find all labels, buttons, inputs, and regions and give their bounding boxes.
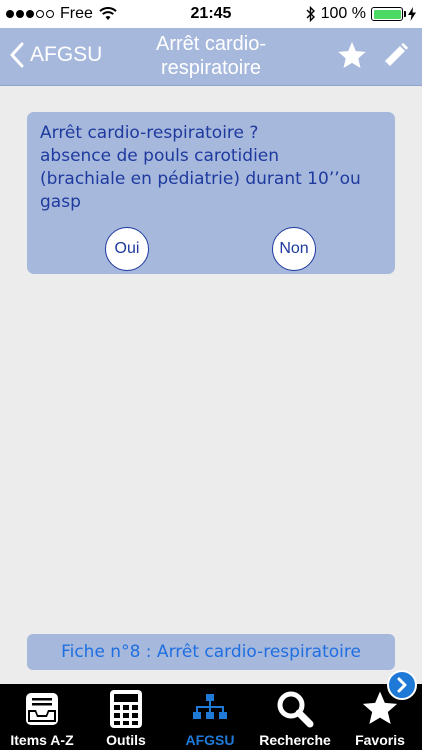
page-title-line2: respiratoire [160,57,262,79]
status-right: 100 % [306,5,416,23]
question-text: Arrêt cardio-respiratoire ? absence de p… [40,122,388,214]
question-line: absence de pouls carotidien [40,146,280,166]
bluetooth-icon [306,6,315,22]
back-button[interactable]: AFGSU [10,42,102,68]
inbox-tray-icon [23,689,61,729]
back-label: AFGSU [30,43,103,66]
star-icon[interactable] [336,40,368,72]
question-line: gasp [40,192,81,212]
pencil-edit-icon[interactable] [380,41,410,71]
battery-icon [371,7,406,21]
fiche-reference-link[interactable]: Fiche n°8 : Arrêt cardio-respiratoire [27,634,395,670]
tab-recherche[interactable]: Recherche [252,684,338,750]
navigation-bar: AFGSU Arrêt cardio- respiratoire [0,28,422,86]
battery-percent: 100 % [320,5,366,22]
tab-label: Recherche [259,732,331,748]
tab-items-a-z[interactable]: Items A-Z [0,684,84,750]
more-tabs-button[interactable] [387,670,417,700]
chevron-left-icon [10,42,24,68]
chevron-right-icon [397,677,407,693]
tab-label: AFGSU [185,732,235,748]
tab-label: Outils [106,732,146,748]
battery-level-fill [373,9,401,19]
yes-button[interactable]: Oui [105,227,149,271]
nav-actions [336,40,410,72]
tab-label: Items A-Z [10,732,74,748]
no-button[interactable]: Non [272,227,316,271]
tree-diagram-icon [191,689,229,729]
tab-afgsu[interactable]: AFGSU [168,684,252,750]
search-icon [276,689,314,729]
page-title: Arrêt cardio- respiratoire [120,32,302,80]
status-bar: Free 21:45 100 % [0,0,422,28]
tab-bar: Items A-Z Outils AFGSU Recherche Favoris [0,684,422,750]
tab-label: Favoris [355,732,405,748]
question-line: (brachiale en pédiatrie) durant 10’’ou [40,169,361,189]
question-line: Arrêt cardio-respiratoire ? [40,123,259,143]
charging-bolt-icon [408,7,416,21]
question-card: Arrêt cardio-respiratoire ? absence de p… [27,112,395,274]
page-title-line1: Arrêt cardio- [155,33,267,55]
calculator-icon [108,689,144,729]
tab-outils[interactable]: Outils [84,684,168,750]
